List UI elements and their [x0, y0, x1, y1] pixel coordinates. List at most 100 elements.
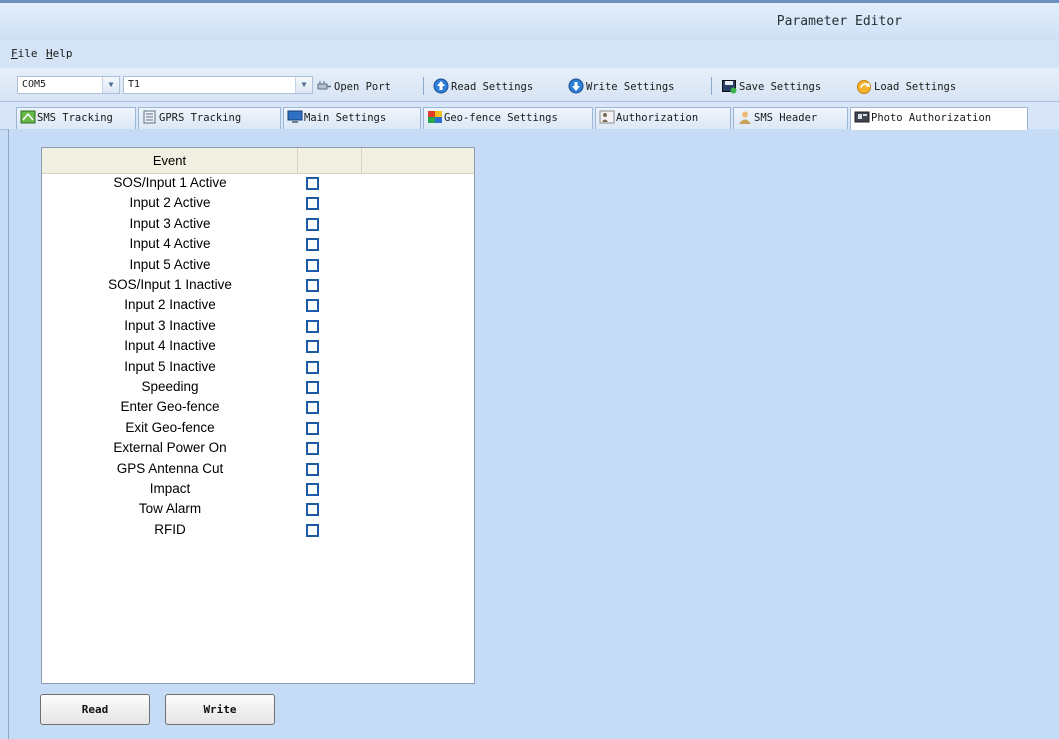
tab-label: Photo Authorization	[871, 112, 992, 124]
event-label: Speeding	[141, 379, 199, 394]
tab-authorization[interactable]: Authorization	[595, 107, 731, 129]
table-row: GPS Antenna Cut	[42, 460, 474, 480]
column-header-check[interactable]	[298, 148, 362, 173]
open-port-label: Open Port	[334, 81, 391, 93]
table-row: External Power On	[42, 439, 474, 459]
table-row: Speeding	[42, 378, 474, 398]
event-checkbox[interactable]	[306, 299, 319, 313]
event-checkbox[interactable]	[306, 381, 319, 394]
table-row: Exit Geo-fence	[42, 419, 474, 439]
table-row: Input 4 Inactive	[42, 337, 474, 357]
table-row: Input 3 Active	[42, 215, 474, 235]
sms-tracking-icon	[20, 110, 36, 124]
tab-sms-header[interactable]: SMS Header	[733, 107, 848, 129]
save-settings-label: Save Settings	[739, 81, 822, 93]
event-checkbox[interactable]	[306, 258, 319, 272]
tab-strip: SMS Tracking GPRS Tracking Main Settings…	[0, 102, 1059, 130]
toolbar-separator	[711, 77, 712, 95]
table-row: Input 4 Active	[42, 235, 474, 255]
menu-bar: File Help	[0, 40, 1059, 68]
event-checkbox[interactable]	[306, 462, 319, 476]
event-label: Input 4 Active	[129, 236, 211, 252]
window-title: Parameter Editor	[776, 14, 902, 29]
toolbar: COM5 ▼ T1 ▼ Open Port Read Settings Writ…	[0, 68, 1059, 102]
event-checkbox[interactable]	[306, 177, 319, 190]
load-arrow-icon	[857, 80, 871, 94]
event-label: Input 3 Active	[129, 215, 211, 231]
event-grid[interactable]: Event SOS/Input 1 Active Input 2 Active In…	[41, 147, 475, 684]
table-row: Enter Geo-fence	[42, 398, 474, 418]
tab-geofence-settings[interactable]: Geo-fence Settings	[423, 107, 593, 129]
event-checkbox[interactable]	[306, 319, 319, 333]
event-checkbox[interactable]	[306, 340, 319, 354]
load-settings-button[interactable]: Load Settings	[856, 78, 956, 94]
gprs-tracking-icon	[143, 110, 156, 124]
event-checkbox[interactable]	[306, 360, 319, 374]
tab-label: SMS Header	[754, 112, 818, 124]
event-label: Input 2 Inactive	[124, 297, 216, 313]
floppy-disk-icon	[722, 80, 737, 94]
tab-label: Geo-fence Settings	[444, 112, 558, 124]
event-checkbox[interactable]	[306, 197, 319, 211]
tab-photo-authorization[interactable]: Photo Authorization	[850, 107, 1028, 130]
open-port-button[interactable]: Open Port	[316, 78, 391, 94]
port-select[interactable]: COM5 ▼	[17, 76, 120, 94]
write-button[interactable]: Write	[165, 694, 275, 725]
event-checkbox[interactable]	[306, 442, 319, 456]
table-row: SOS/Input 1 Inactive	[42, 276, 474, 296]
event-checkbox[interactable]	[306, 421, 319, 435]
event-checkbox[interactable]	[306, 503, 319, 517]
write-settings-label: Write Settings	[586, 81, 675, 93]
event-label: Impact	[149, 481, 191, 496]
event-checkbox[interactable]	[306, 523, 319, 537]
plug-icon	[317, 81, 331, 90]
chevron-down-icon[interactable]: ▼	[102, 77, 119, 93]
geofence-icon	[428, 111, 442, 123]
device-value: T1	[128, 79, 141, 90]
write-settings-button[interactable]: Write Settings	[568, 78, 675, 94]
event-label: Input 2 Active	[129, 195, 211, 211]
menu-file-accel: F	[11, 47, 18, 60]
toolbar-separator	[423, 77, 424, 95]
read-settings-label: Read Settings	[451, 81, 534, 93]
event-checkbox[interactable]	[306, 238, 319, 252]
table-row: Input 5 Active	[42, 256, 474, 276]
menu-file-rest: ile	[17, 47, 38, 60]
event-label: RFID	[154, 521, 186, 537]
read-button[interactable]: Read	[40, 694, 150, 725]
menu-help[interactable]: Help	[46, 47, 73, 60]
event-label: Exit Geo-fence	[125, 419, 215, 435]
event-label: Input 5 Active	[129, 256, 211, 272]
tab-gprs-tracking[interactable]: GPRS Tracking	[138, 107, 281, 129]
chevron-down-icon[interactable]: ▼	[295, 77, 312, 93]
table-row: Tow Alarm	[42, 500, 474, 520]
read-settings-button[interactable]: Read Settings	[433, 78, 533, 94]
menu-file[interactable]: File	[11, 47, 38, 60]
column-header-event[interactable]: Event	[42, 148, 298, 173]
device-select[interactable]: T1 ▼	[123, 76, 313, 94]
tab-sms-tracking[interactable]: SMS Tracking	[16, 107, 136, 129]
arrow-down-circle-icon	[568, 78, 584, 94]
event-checkbox[interactable]	[306, 279, 319, 292]
save-settings-button[interactable]: Save Settings	[721, 78, 821, 94]
table-row: SOS/Input 1 Active	[42, 174, 474, 194]
tab-label: SMS Tracking	[37, 112, 113, 124]
tab-label: Authorization	[616, 112, 699, 124]
tab-main-settings[interactable]: Main Settings	[283, 107, 421, 129]
event-label: Input 5 Inactive	[124, 358, 216, 374]
menu-help-accel: H	[46, 47, 53, 60]
event-label: Enter Geo-fence	[120, 399, 220, 415]
table-row: Input 5 Inactive	[42, 358, 474, 378]
event-label: SOS/Input 1 Active	[113, 175, 227, 190]
table-row: Input 2 Inactive	[42, 296, 474, 316]
event-checkbox[interactable]	[306, 401, 319, 415]
photo-icon	[854, 111, 870, 123]
column-header-filler	[362, 148, 474, 173]
event-label: External Power On	[113, 440, 227, 456]
table-row: Input 2 Active	[42, 194, 474, 214]
tab-label: Main Settings	[304, 112, 387, 124]
port-value: COM5	[22, 79, 47, 90]
event-checkbox[interactable]	[306, 483, 319, 496]
menu-help-rest: elp	[52, 47, 73, 60]
event-checkbox[interactable]	[306, 217, 319, 231]
